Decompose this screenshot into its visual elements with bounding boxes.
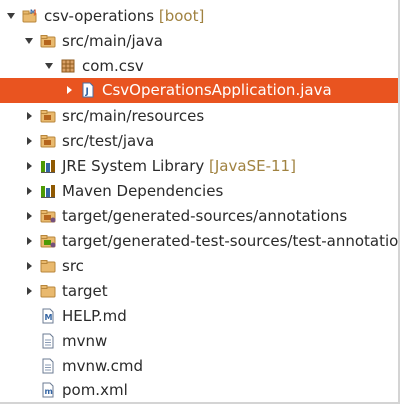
java-source-folder-icon: [40, 108, 56, 124]
tree-item-help-md[interactable]: M HELP.md: [0, 304, 400, 329]
chevron-right-icon[interactable]: [24, 186, 34, 196]
tree-item-label: csv-operations [boot]: [44, 7, 205, 25]
folder-icon: [40, 283, 56, 299]
tree-item-label: pom.xml: [62, 381, 128, 399]
tree-item-src-main-java[interactable]: src/main/java: [0, 29, 400, 54]
tree-item-label: target/generated-test-sources/test-annot…: [62, 232, 400, 250]
chevron-right-icon[interactable]: [24, 261, 34, 271]
package-explorer: M J csv-operations [boot] src/main/java: [0, 0, 400, 404]
svg-text:m: m: [45, 387, 53, 396]
chevron-right-icon[interactable]: [24, 211, 34, 221]
tree-item-jre-library[interactable]: JRE System Library [JavaSE-11]: [0, 154, 400, 179]
tree-item-mvnw-cmd[interactable]: mvnw.cmd: [0, 354, 400, 379]
tree-item-decoration: [JavaSE-11]: [209, 157, 296, 175]
tree-item-maven-dependencies[interactable]: Maven Dependencies: [0, 179, 400, 204]
chevron-down-icon[interactable]: [44, 61, 54, 71]
tree-item-src-folder[interactable]: src: [0, 254, 400, 279]
tree-item-generated-test-sources[interactable]: target/generated-test-sources/test-annot…: [0, 229, 400, 254]
tree-item-label: CsvOperationsApplication.java: [102, 81, 332, 99]
tree-item-label: target: [62, 282, 108, 300]
text-file-icon: [40, 358, 56, 374]
java-source-folder-icon: [40, 33, 56, 49]
tree-item-main-class[interactable]: J CsvOperationsApplication.java: [0, 78, 398, 103]
svg-text:J: J: [85, 87, 89, 97]
tree-item-decoration: [boot]: [158, 7, 205, 25]
java-file-icon: J: [80, 82, 96, 98]
chevron-right-icon[interactable]: [24, 286, 34, 296]
tree-item-label: mvnw.cmd: [62, 357, 144, 375]
tree-item-mvnw[interactable]: mvnw: [0, 329, 400, 354]
tree-item-label: mvnw: [62, 332, 108, 350]
tree-item-label: src/main/java: [62, 32, 163, 50]
text-file-icon: [40, 333, 56, 349]
tree-item-label: Maven Dependencies: [62, 182, 224, 200]
library-icon: [40, 158, 56, 174]
tree-item-label: target/generated-sources/annotations: [62, 207, 348, 225]
tree-item-pom-xml[interactable]: m pom.xml: [0, 378, 400, 403]
chevron-down-icon[interactable]: [6, 11, 16, 21]
java-source-folder-icon: [40, 233, 56, 249]
svg-text:M: M: [45, 313, 53, 322]
tree-item-src-main-resources[interactable]: src/main/resources: [0, 104, 400, 129]
chevron-right-icon[interactable]: [24, 136, 34, 146]
tree-item-label: src/test/java: [62, 132, 155, 150]
java-package-icon: [60, 58, 76, 74]
markdown-file-icon: M: [40, 308, 56, 324]
chevron-right-icon[interactable]: [24, 161, 34, 171]
tree-item-src-test-java[interactable]: src/test/java: [0, 129, 400, 154]
chevron-right-icon[interactable]: [24, 111, 34, 121]
tree-item-target-folder[interactable]: target: [0, 279, 400, 304]
tree-item-label: src: [62, 257, 84, 275]
chevron-down-icon[interactable]: [24, 36, 34, 46]
java-source-folder-icon: [40, 208, 56, 224]
tree-item-project[interactable]: M J csv-operations [boot]: [0, 4, 400, 29]
tree-item-label: src/main/resources: [62, 107, 205, 125]
chevron-right-icon[interactable]: [64, 85, 74, 95]
maven-pom-icon: m: [40, 382, 56, 398]
tree-item-label: HELP.md: [62, 307, 127, 325]
tree-item-package-com-csv[interactable]: com.csv: [0, 54, 400, 79]
library-icon: [40, 183, 56, 199]
tree-item-label: com.csv: [82, 57, 144, 75]
chevron-right-icon[interactable]: [24, 236, 34, 246]
tree-item-label: JRE System Library [JavaSE-11]: [62, 157, 296, 175]
tree-item-generated-sources[interactable]: target/generated-sources/annotations: [0, 204, 400, 229]
maven-project-icon: M J: [22, 8, 38, 24]
folder-icon: [40, 258, 56, 274]
java-source-folder-icon: [40, 133, 56, 149]
svg-text:J: J: [33, 9, 36, 16]
